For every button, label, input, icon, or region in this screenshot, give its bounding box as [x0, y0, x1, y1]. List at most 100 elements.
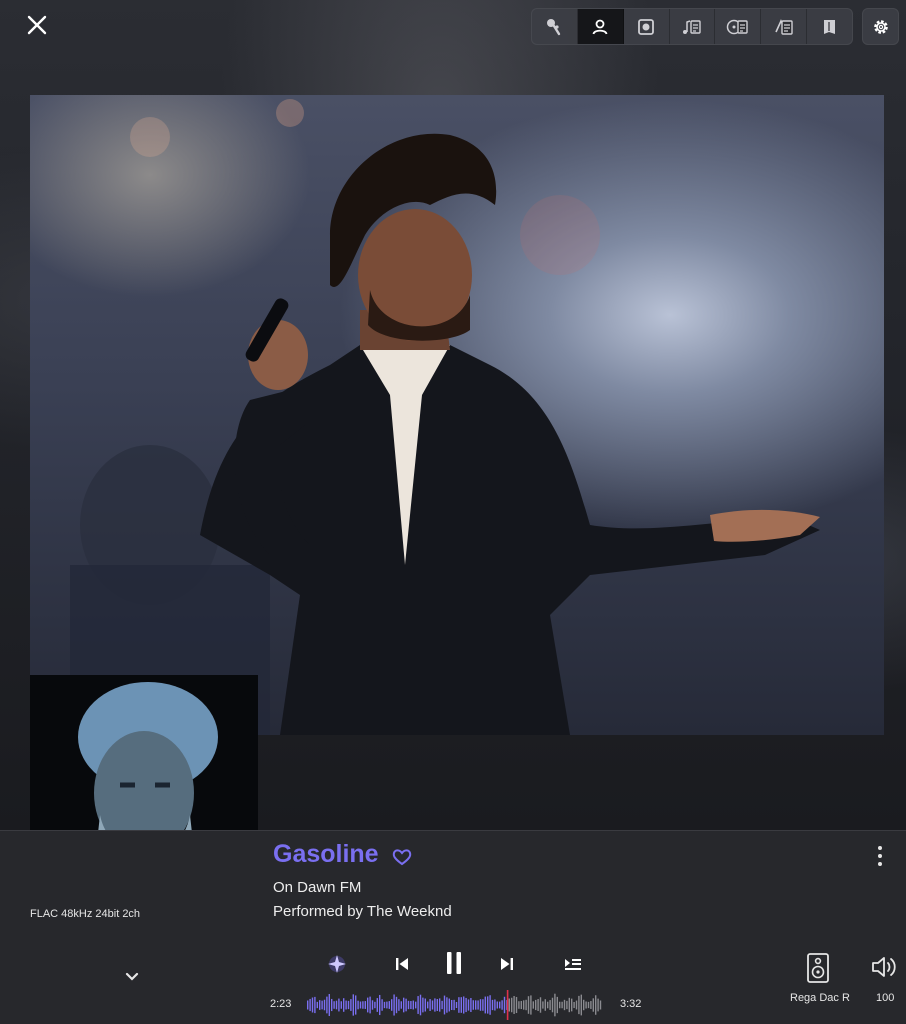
waveform-bar — [357, 1000, 359, 1010]
waveform-bar — [371, 1000, 374, 1010]
queue-icon — [565, 959, 581, 970]
waveform-bar — [379, 994, 381, 1016]
pause-icon — [447, 952, 461, 974]
waveform-bar — [595, 995, 597, 1015]
output-device-button[interactable] — [806, 952, 830, 989]
waveform-bar — [463, 996, 465, 1014]
waveform-bar — [544, 999, 546, 1011]
chevron-down-icon — [125, 972, 139, 981]
waveform-bar — [376, 998, 378, 1012]
waveform-bar — [311, 997, 314, 1013]
lyrics-icon — [683, 19, 701, 34]
volume-icon — [872, 957, 896, 977]
waveform-bar — [494, 999, 496, 1011]
waveform-bar — [407, 1000, 410, 1010]
more-vertical-icon — [878, 846, 882, 866]
toolbar-lyrics-button[interactable] — [670, 9, 716, 44]
volume-button[interactable] — [870, 955, 900, 984]
elapsed-time: 2:23 — [270, 998, 292, 1010]
waveform-bar — [539, 997, 542, 1013]
waveform-bar — [511, 997, 513, 1013]
waveform-bar — [580, 994, 582, 1016]
waveform-bar — [597, 998, 599, 1012]
waveform-bar — [338, 998, 340, 1012]
heart-icon — [392, 849, 412, 866]
waveform-bar — [364, 1001, 366, 1009]
toolbar-credits-button[interactable] — [715, 9, 762, 44]
waveform-bar — [489, 995, 491, 1015]
waveform-bar — [551, 997, 554, 1013]
artist-icon — [592, 19, 608, 34]
toolbar-booklet-button[interactable] — [807, 9, 852, 44]
more-options-button[interactable] — [872, 845, 888, 867]
waveform-bar — [491, 999, 494, 1011]
waveform-bar — [518, 1001, 520, 1009]
favorite-button[interactable] — [392, 848, 412, 871]
waveform-bar — [455, 1001, 458, 1009]
waveform-bar — [309, 998, 311, 1012]
waveform-bar — [465, 997, 467, 1013]
waveform-bar — [419, 994, 422, 1016]
waveform-bar — [328, 993, 330, 1017]
waveform-bar — [345, 1000, 347, 1010]
waveform-bar — [530, 995, 532, 1015]
waveform-bar — [568, 997, 570, 1013]
waveform-bar — [477, 1000, 479, 1010]
waveform-bar — [434, 998, 436, 1012]
toolbar-info-button[interactable] — [761, 9, 808, 44]
playhead-marker[interactable] — [506, 990, 509, 1020]
audio-format: FLAC 48kHz 24bit 2ch — [30, 908, 141, 920]
waveform-bar — [475, 1000, 477, 1010]
waveform-bar — [350, 999, 352, 1011]
close-button[interactable] — [22, 10, 52, 40]
next-track-button[interactable] — [494, 951, 520, 977]
volume-level: 100 — [876, 992, 895, 1004]
waveform-bar — [395, 996, 398, 1014]
toolbar-album-button[interactable] — [624, 9, 670, 44]
waveform-bar — [592, 998, 594, 1012]
waveform-bar — [575, 1000, 578, 1010]
waveform-bar — [578, 995, 580, 1015]
waveform-bar — [381, 999, 383, 1011]
info-icon — [774, 18, 793, 35]
waveform-bar — [374, 1001, 376, 1009]
performer-link[interactable]: Performed by The Weeknd — [273, 903, 452, 920]
waveform-bar — [501, 1000, 503, 1010]
album-link[interactable]: On Dawn FM — [273, 879, 361, 896]
waveform-bar — [398, 999, 400, 1011]
settings-button[interactable] — [862, 8, 899, 45]
waveform-bar — [520, 1000, 522, 1010]
waveform-bar — [571, 998, 573, 1012]
waveform-bar — [331, 998, 333, 1012]
waveform-bar — [508, 998, 510, 1012]
waveform-bar — [487, 996, 489, 1014]
waveform-bar — [566, 1000, 568, 1010]
radio-button[interactable] — [324, 951, 350, 977]
toolbar-microphone-button[interactable] — [532, 9, 578, 44]
waveform-seekbar[interactable] — [307, 990, 603, 1020]
waveform-bar — [415, 1001, 417, 1009]
waveform-bar — [448, 998, 450, 1012]
track-title[interactable]: Gasoline — [273, 840, 379, 869]
waveform-bar — [323, 999, 326, 1011]
waveform-bar — [422, 997, 424, 1013]
waveform-bar — [386, 1001, 388, 1009]
toolbar-artist-button[interactable] — [577, 9, 624, 44]
skip-previous-icon — [396, 958, 408, 970]
total-duration: 3:32 — [620, 998, 642, 1010]
previous-track-button[interactable] — [389, 951, 415, 977]
collapse-button[interactable] — [124, 970, 140, 988]
waveform-bar — [359, 1001, 362, 1009]
waveform-bar — [436, 999, 438, 1011]
close-icon — [27, 15, 47, 35]
pause-button[interactable] — [439, 947, 469, 979]
waveform-bar — [499, 1001, 501, 1009]
speaker-icon — [807, 953, 829, 983]
queue-button[interactable] — [560, 951, 586, 977]
view-toolbar — [531, 8, 853, 45]
waveform-bar — [472, 1000, 474, 1010]
waveform-bar — [424, 998, 426, 1012]
waveform-bar — [314, 996, 316, 1014]
waveform-bar — [307, 1000, 309, 1010]
waveform-bar — [484, 996, 486, 1014]
